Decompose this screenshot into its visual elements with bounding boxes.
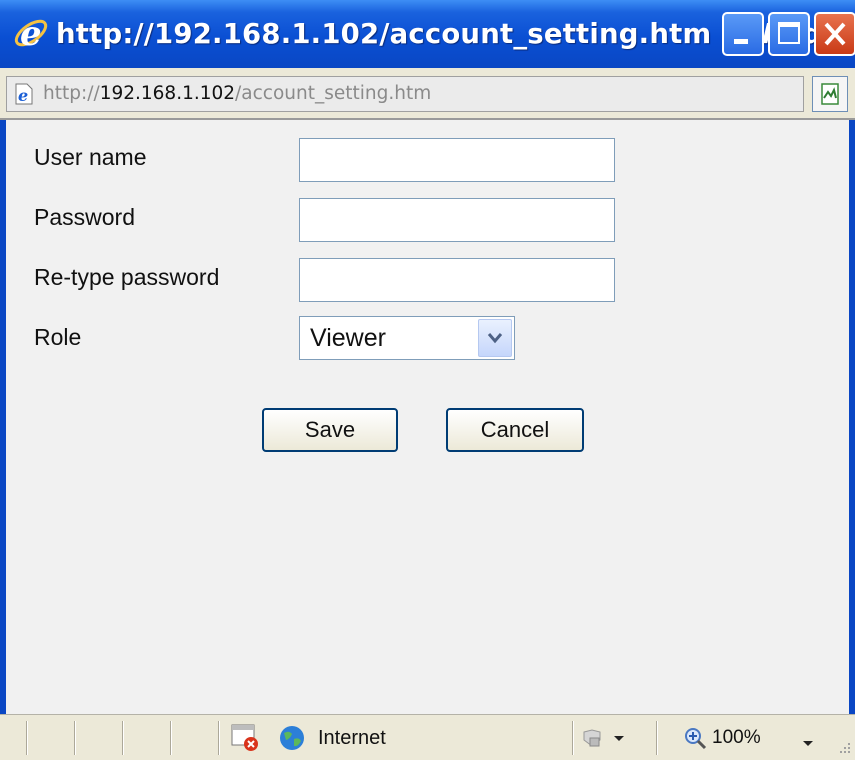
maximize-icon [778,22,800,44]
compatibility-view-button[interactable] [812,76,848,112]
status-divider [572,721,573,755]
password-label: Password [34,204,135,230]
cancel-button[interactable]: Cancel [446,408,584,452]
zoom-dropdown-icon[interactable] [802,734,814,753]
status-divider [656,721,657,755]
save-button[interactable]: Save [262,408,398,452]
status-bar: Internet 100% [0,714,855,760]
url-field[interactable]: e http://192.168.1.102/account_setting.h… [6,76,804,112]
minimize-icon [734,39,748,44]
close-button[interactable] [814,12,855,56]
retype-password-label: Re-type password [34,264,220,290]
minimize-button[interactable] [722,12,764,56]
role-label: Role [34,324,82,350]
role-selected-value: Viewer [310,324,386,352]
url-text: http://192.168.1.102/account_setting.htm [43,83,432,104]
status-divider [26,721,27,755]
status-divider [74,721,75,755]
lock-icon[interactable] [580,726,626,754]
zoom-level[interactable]: 100% [712,715,761,760]
username-input[interactable] [299,138,615,182]
page-content: User name Password Re-type password Role… [0,120,855,714]
close-icon [824,22,846,46]
blocked-icon[interactable] [230,723,260,757]
status-divider [170,721,171,755]
maximize-button[interactable] [768,12,810,56]
address-bar: e http://192.168.1.102/account_setting.h… [0,68,855,120]
browser-popup-window: e http://192.168.1.102/account_setting.h… [0,0,855,760]
role-select[interactable]: Viewer [299,316,515,360]
security-zone-label: Internet [318,727,386,749]
zoom-icon[interactable] [684,727,708,755]
page-icon: e [13,83,35,109]
ie-logo-icon: e [12,14,50,54]
retype-password-input[interactable] [299,258,615,302]
status-divider [218,721,219,755]
svg-text:e: e [20,14,42,52]
password-input[interactable] [299,198,615,242]
title-bar[interactable]: e http://192.168.1.102/account_setting.h… [0,0,855,68]
role-dropdown-button[interactable] [478,319,512,357]
chevron-down-icon [487,333,503,344]
status-divider [122,721,123,755]
globe-icon [278,724,306,756]
svg-text:e: e [18,86,28,105]
username-label: User name [34,144,147,170]
compatibility-view-icon [821,83,839,105]
resize-grip-icon[interactable] [836,741,852,760]
